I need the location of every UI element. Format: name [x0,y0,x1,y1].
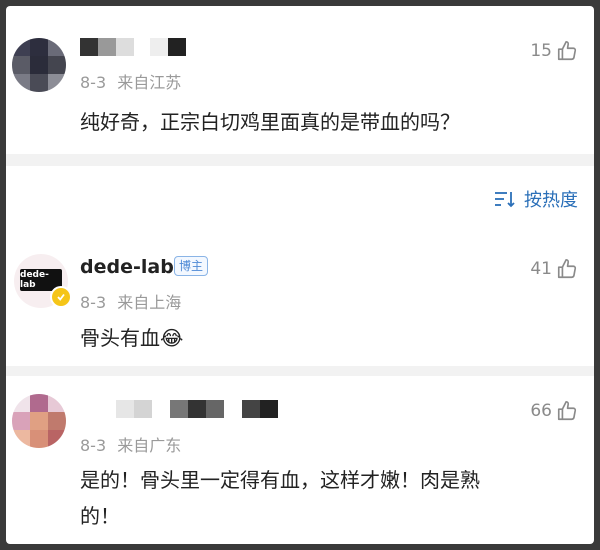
laughing-emoji-icon: 😂 [160,326,184,350]
avatar[interactable] [12,38,66,92]
section-divider [6,154,594,166]
username-redacted [80,38,186,56]
comment-meta: 8-3 来自江苏 [80,69,181,93]
comment-text-line: 是的！骨头里一定得有血，这样才嫩！肉是熟 [80,468,480,492]
comment-thread: 8-3 来自江苏 15 纯好奇，正宗白切鸡里面真的是带血的吗？ 按热度 dede… [6,6,594,544]
avatar[interactable] [12,394,66,448]
like-count: 15 [530,41,552,61]
like-button[interactable]: 66 [530,400,578,422]
username[interactable]: dede-lab [80,256,174,278]
comment-meta: 8-3 来自上海 [80,289,181,313]
comment-date: 8-3 [80,436,107,455]
comment-text: 是的！骨头里一定得有血，这样才嫩！肉是熟 的！ [80,462,480,534]
comment-text-line: 的！ [80,504,120,528]
comment-date: 8-3 [80,293,107,312]
like-button[interactable]: 15 [530,40,578,62]
comment-text: 骨头有血😂 [80,320,183,356]
sort-by-hot-button[interactable]: 按热度 [494,186,578,212]
sort-label: 按热度 [524,190,578,211]
section-divider [6,366,594,376]
thumbs-up-icon [557,401,577,421]
username-redacted [116,400,278,418]
like-count: 41 [530,259,552,279]
comment-location: 来自江苏 [117,73,182,92]
comment-date: 8-3 [80,73,107,92]
comment-meta: 8-3 来自广东 [80,432,181,456]
thumbs-up-icon [557,41,577,61]
thumbs-up-icon [557,259,577,279]
like-count: 66 [530,401,552,421]
verified-icon [50,286,72,308]
sort-icon [495,192,515,208]
like-button[interactable]: 41 [530,258,578,280]
author-badge: 博主 [174,256,209,276]
comment-location: 来自上海 [117,293,182,312]
comment-text: 纯好奇，正宗白切鸡里面真的是带血的吗？ [80,110,460,134]
comment-text-content: 骨头有血 [80,326,160,350]
comment-location: 来自广东 [117,436,182,455]
